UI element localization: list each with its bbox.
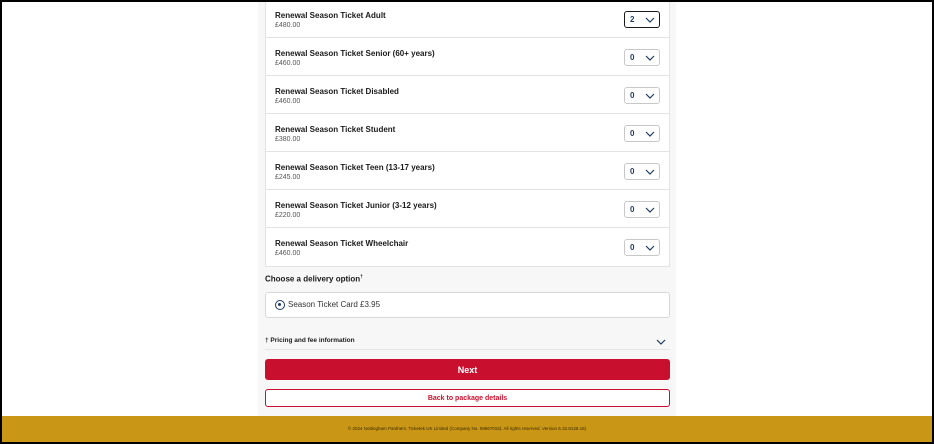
footer-copyright: © 2024 Nottingham Panthers. Ticketek UK …	[347, 426, 587, 431]
ticket-row: Renewal Season Ticket Disabled £460.00 0	[266, 76, 669, 114]
quantity-value: 0	[630, 53, 635, 62]
quantity-value: 0	[630, 91, 635, 100]
ticket-name: Renewal Season Ticket Student	[275, 125, 396, 134]
delivery-heading: Choose a delivery option†	[265, 274, 363, 284]
quantity-value: 2	[630, 15, 635, 24]
delivery-radio[interactable]	[275, 300, 285, 310]
quantity-value: 0	[630, 243, 635, 252]
ticket-row: Renewal Season Ticket Senior (60+ years)…	[266, 38, 669, 76]
chevron-down-icon	[645, 245, 655, 251]
ticket-price: £220.00	[275, 212, 301, 219]
back-to-package-button[interactable]: Back to package details	[265, 389, 670, 407]
chevron-down-icon	[645, 131, 655, 137]
footnote-marker: †	[360, 274, 363, 280]
ticket-row: Renewal Season Ticket Adult £480.00 2	[266, 0, 669, 38]
quantity-select-senior[interactable]: 0	[624, 49, 660, 66]
ticket-price: £380.00	[275, 136, 301, 143]
delivery-option-season-card[interactable]: Season Ticket Card £3.95	[265, 292, 670, 318]
ticket-name: Renewal Season Ticket Disabled	[275, 87, 399, 96]
ticket-price: £460.00	[275, 250, 301, 257]
ticket-price: £245.00	[275, 174, 301, 181]
quantity-value: 0	[630, 205, 635, 214]
chevron-down-icon	[645, 93, 655, 99]
quantity-value: 0	[630, 129, 635, 138]
ticket-name: Renewal Season Ticket Senior (60+ years)	[275, 49, 435, 58]
quantity-select-teen[interactable]: 0	[624, 163, 660, 180]
ticket-row: Renewal Season Ticket Junior (3-12 years…	[266, 190, 669, 228]
quantity-select-adult[interactable]: 2	[624, 11, 660, 28]
chevron-down-icon	[645, 207, 655, 213]
ticket-price: £460.00	[275, 60, 301, 67]
ticket-price: £480.00	[275, 22, 301, 29]
footer: © 2024 Nottingham Panthers. Ticketek UK …	[0, 416, 934, 444]
pricing-info-label: † Pricing and fee information	[265, 337, 355, 344]
next-button[interactable]: Next	[265, 359, 670, 380]
ticket-row: Renewal Season Ticket Student £380.00 0	[266, 114, 669, 152]
quantity-select-disabled[interactable]: 0	[624, 87, 660, 104]
ticket-row: Renewal Season Ticket Teen (13-17 years)…	[266, 152, 669, 190]
ticket-price: £460.00	[275, 98, 301, 105]
ticket-name: Renewal Season Ticket Teen (13-17 years)	[275, 163, 435, 172]
ticket-name: Renewal Season Ticket Junior (3-12 years…	[275, 201, 437, 210]
delivery-option-label: Season Ticket Card £3.95	[288, 300, 381, 309]
ticket-list: Renewal Season Ticket Adult £480.00 2 Re…	[265, 0, 670, 267]
ticket-row: Renewal Season Ticket Wheelchair £460.00…	[266, 228, 669, 266]
chevron-down-icon	[656, 339, 666, 345]
quantity-select-wheelchair[interactable]: 0	[624, 239, 660, 256]
ticket-name: Renewal Season Ticket Adult	[275, 11, 386, 20]
quantity-value: 0	[630, 167, 635, 176]
quantity-select-student[interactable]: 0	[624, 125, 660, 142]
pricing-info-toggle[interactable]: † Pricing and fee information	[265, 336, 670, 350]
quantity-select-junior[interactable]: 0	[624, 201, 660, 218]
chevron-down-icon	[645, 169, 655, 175]
delivery-heading-text: Choose a delivery option	[265, 274, 361, 284]
ticket-name: Renewal Season Ticket Wheelchair	[275, 239, 409, 248]
chevron-down-icon	[645, 55, 655, 61]
chevron-down-icon	[645, 17, 655, 23]
